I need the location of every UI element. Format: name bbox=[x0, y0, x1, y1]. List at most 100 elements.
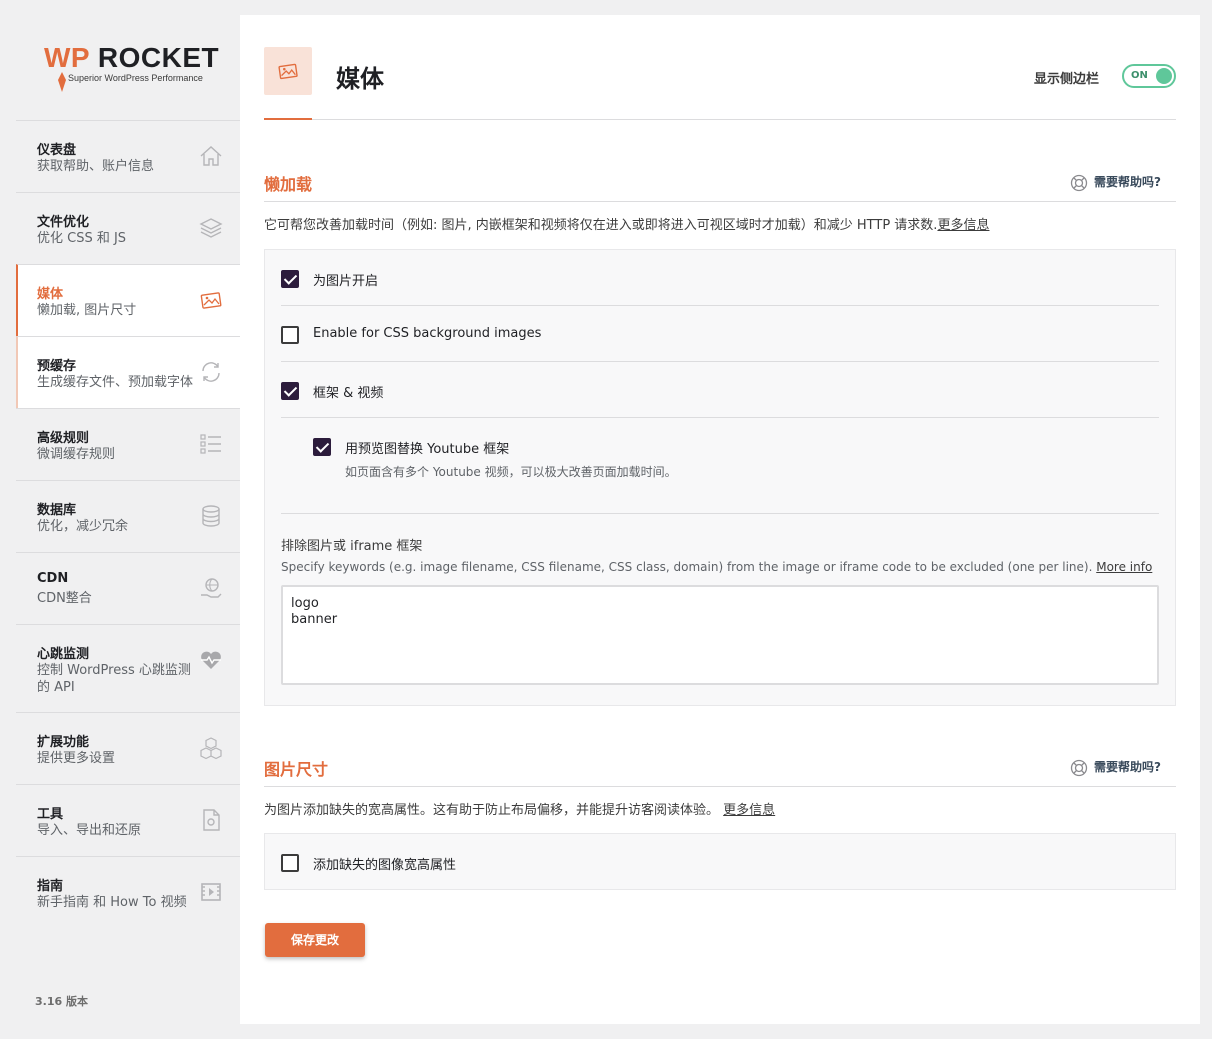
option-label: 框架 & 视频 bbox=[313, 386, 384, 401]
heartbeat-icon bbox=[201, 651, 221, 669]
layers-icon bbox=[199, 218, 223, 238]
video-icon bbox=[201, 883, 221, 901]
file-gear-icon bbox=[203, 809, 220, 831]
toggle-state: ON bbox=[1131, 70, 1148, 81]
lifebuoy-icon bbox=[1070, 174, 1088, 191]
option-label: 用预览图替换 Youtube 框架 bbox=[345, 442, 510, 457]
header-divider bbox=[264, 119, 1176, 120]
dimensions-options-panel: 添加缺失的图像宽高属性 bbox=[264, 833, 1176, 890]
more-info-link[interactable]: More info bbox=[1096, 560, 1152, 574]
main-content: 媒体 显示侧边栏 ON 懒加载 需要帮助吗? 它可帮您改善加载时间（例如: 图片… bbox=[240, 15, 1200, 1024]
page-icon bbox=[264, 47, 312, 95]
section-divider bbox=[264, 201, 1176, 202]
dimensions-title: 图片尺寸 bbox=[264, 760, 329, 779]
sidebar-item-heartbeat[interactable]: 心跳监测 控制 WordPress 心跳监测的 API bbox=[16, 624, 240, 712]
page-title: 媒体 bbox=[336, 65, 384, 93]
save-button[interactable]: 保存更改 bbox=[265, 923, 365, 957]
more-info-link[interactable]: 更多信息 bbox=[723, 803, 775, 818]
sidebar-item-tutorials[interactable]: 指南 新手指南 和 How To 视频 bbox=[16, 856, 240, 928]
sidebar-item-media[interactable]: 媒体 懒加载, 图片尺寸 bbox=[16, 264, 240, 336]
sidebar-nav: 仪表盘 获取帮助、账户信息 文件优化 优化 CSS 和 JS 媒体 懒加载, 图… bbox=[16, 120, 240, 928]
sidebar: WP ROCKET Superior WordPress Performance… bbox=[0, 0, 240, 1039]
version-label: 3.16 版本 bbox=[35, 995, 88, 1008]
description-text: 为图片添加缺失的宽高属性。这有助于防止布局偏移，并能提升访客阅读体验。 bbox=[264, 803, 720, 818]
sidebar-toggle[interactable]: ON bbox=[1122, 64, 1176, 88]
sidebar-item-title: 媒体 bbox=[37, 287, 64, 302]
sidebar-item-file-optimization[interactable]: 文件优化 优化 CSS 和 JS bbox=[16, 192, 240, 264]
sidebar-item-title: 文件优化 bbox=[37, 215, 90, 230]
sidebar-item-title: CDN bbox=[37, 571, 69, 586]
logo-text: WP ROCKET bbox=[44, 42, 220, 73]
refresh-icon bbox=[202, 362, 220, 382]
sidebar-item-subtitle: 优化 CSS 和 JS bbox=[37, 231, 127, 246]
sidebar-item-subtitle: 懒加载, 图片尺寸 bbox=[37, 303, 137, 318]
sidebar-item-title: 指南 bbox=[37, 879, 64, 894]
dimensions-description: 为图片添加缺失的宽高属性。这有助于防止布局偏移，并能提升访客阅读体验。 更多信息 bbox=[264, 799, 775, 818]
sidebar-item-title: 扩展功能 bbox=[37, 735, 90, 750]
sidebar-item-subtitle: 优化，减少冗余 bbox=[37, 519, 129, 534]
sidebar-toggle-label: 显示侧边栏 bbox=[1034, 72, 1100, 87]
sidebar-item-subtitle: 提供更多设置 bbox=[37, 751, 116, 766]
wp-rocket-logo[interactable]: WP ROCKET Superior WordPress Performance bbox=[44, 42, 219, 94]
sidebar-item-title: 高级规则 bbox=[37, 431, 90, 446]
option-row: 框架 & 视频 bbox=[281, 362, 1159, 418]
sidebar-item-advanced-rules[interactable]: 高级规则 微调缓存规则 bbox=[16, 408, 240, 480]
checklist-icon bbox=[200, 434, 221, 454]
lazyload-images-checkbox[interactable] bbox=[281, 270, 299, 288]
sidebar-item-cdn[interactable]: CDN CDN整合 bbox=[16, 552, 240, 624]
dimensions-help-link[interactable]: 需要帮助吗? bbox=[1070, 758, 1161, 777]
database-icon bbox=[202, 505, 220, 527]
sidebar-item-title: 数据库 bbox=[37, 503, 77, 518]
lifebuoy-icon bbox=[1070, 759, 1088, 776]
exclude-textarea[interactable]: logo banner bbox=[281, 585, 1159, 685]
exclude-label: 排除图片或 iframe 框架 bbox=[281, 539, 423, 554]
sidebar-item-tools[interactable]: 工具 导入、导出和还原 bbox=[16, 784, 240, 856]
description-text: 它可帮您改善加载时间（例如: 图片, 内嵌框架和视频将仅在进入或即将进入可视区域… bbox=[264, 218, 938, 233]
sidebar-item-title: 仪表盘 bbox=[37, 143, 77, 158]
lazyload-iframes-checkbox[interactable] bbox=[281, 382, 299, 400]
image-dimensions-checkbox[interactable] bbox=[281, 854, 299, 872]
option-row: Enable for CSS background images bbox=[281, 306, 1159, 362]
option-label: Enable for CSS background images bbox=[313, 326, 542, 341]
cubes-icon bbox=[200, 737, 222, 760]
lazyload-help-link[interactable]: 需要帮助吗? bbox=[1070, 173, 1161, 192]
lazyload-css-bg-checkbox[interactable] bbox=[281, 326, 299, 344]
option-label: 为图片开启 bbox=[313, 274, 379, 289]
option-row: 为图片开启 bbox=[281, 250, 1159, 306]
sidebar-item-subtitle: 生成缓存文件、预加载字体 bbox=[37, 375, 194, 390]
globe-hand-icon bbox=[201, 578, 222, 598]
sidebar-item-subtitle: 控制 WordPress 心跳监测的 API bbox=[37, 663, 191, 695]
help-label: 需要帮助吗? bbox=[1094, 760, 1161, 774]
more-info-link[interactable]: 更多信息 bbox=[937, 218, 989, 233]
rocket-icon bbox=[58, 72, 66, 92]
sidebar-item-addons[interactable]: 扩展功能 提供更多设置 bbox=[16, 712, 240, 784]
sidebar-item-title: 预缓存 bbox=[37, 359, 77, 374]
lazyload-title: 懒加载 bbox=[264, 175, 313, 194]
description-text: Specify keywords (e.g. image filename, C… bbox=[281, 560, 1093, 574]
sidebar-item-subtitle: 获取帮助、账户信息 bbox=[37, 159, 155, 174]
sidebar-item-subtitle: CDN整合 bbox=[37, 591, 92, 606]
sidebar-item-subtitle: 新手指南 和 How To 视频 bbox=[37, 895, 187, 910]
youtube-preview-checkbox[interactable] bbox=[313, 438, 331, 456]
option-row: 添加缺失的图像宽高属性 bbox=[281, 834, 1159, 890]
help-label: 需要帮助吗? bbox=[1094, 175, 1161, 189]
header-divider-accent bbox=[264, 118, 312, 120]
sidebar-item-dashboard[interactable]: 仪表盘 获取帮助、账户信息 bbox=[16, 120, 240, 192]
lazyload-description: 它可帮您改善加载时间（例如: 图片, 内嵌框架和视频将仅在进入或即将进入可视区域… bbox=[264, 214, 989, 233]
exclude-description: Specify keywords (e.g. image filename, C… bbox=[281, 560, 1152, 574]
toggle-knob bbox=[1156, 68, 1172, 84]
sidebar-item-title: 工具 bbox=[37, 807, 64, 822]
sidebar-item-preload[interactable]: 预缓存 生成缓存文件、预加载字体 bbox=[16, 336, 240, 408]
option-row: 用预览图替换 Youtube 框架 如页面含有多个 Youtube 视频，可以极… bbox=[281, 418, 1159, 514]
section-divider bbox=[264, 786, 1176, 787]
images-icon bbox=[200, 292, 222, 309]
sidebar-item-subtitle: 导入、导出和还原 bbox=[37, 823, 142, 838]
logo-tagline: Superior WordPress Performance bbox=[68, 73, 203, 83]
home-icon bbox=[200, 146, 222, 166]
sidebar-item-database[interactable]: 数据库 优化，减少冗余 bbox=[16, 480, 240, 552]
images-icon bbox=[278, 63, 298, 80]
option-label: 添加缺失的图像宽高属性 bbox=[313, 858, 457, 873]
option-description: 如页面含有多个 Youtube 视频，可以极大改善页面加载时间。 bbox=[345, 465, 677, 479]
sidebar-item-subtitle: 微调缓存规则 bbox=[37, 447, 116, 462]
sidebar-item-title: 心跳监测 bbox=[37, 647, 90, 662]
